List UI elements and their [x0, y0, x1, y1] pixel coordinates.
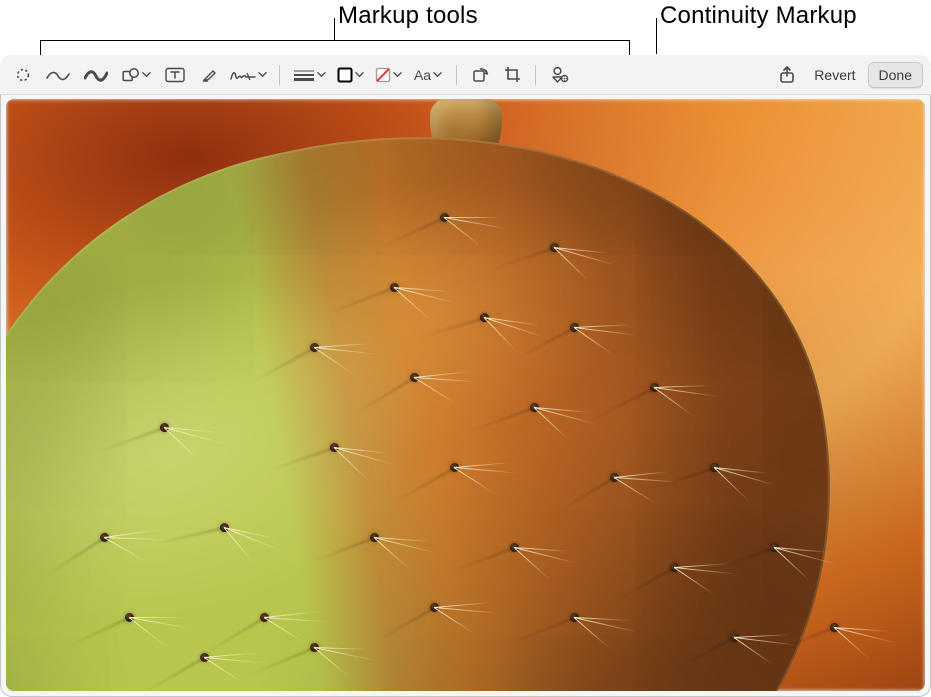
- signature-icon: [230, 68, 256, 82]
- markup-window: Aa: [0, 55, 931, 697]
- fill-color-button[interactable]: [370, 62, 406, 88]
- shapes-tool-button[interactable]: [116, 62, 156, 88]
- label-markup-tools: Markup tools: [338, 2, 478, 30]
- chevron-down-icon: [142, 70, 151, 79]
- chevron-down-icon: [317, 70, 326, 79]
- crop-button[interactable]: [497, 62, 527, 88]
- continuity-markup-button[interactable]: [544, 62, 574, 88]
- share-icon: [779, 66, 795, 84]
- chevron-down-icon: [393, 70, 402, 79]
- shape-style-button[interactable]: [288, 62, 330, 88]
- toolbar-separator: [535, 65, 536, 85]
- annotation-layer: Markup tools Continuity Markup: [0, 0, 931, 60]
- selection-icon: [15, 67, 31, 83]
- sketch-tool-button[interactable]: [40, 62, 76, 88]
- shapes-icon: [122, 67, 140, 83]
- border-color-icon: [337, 67, 353, 83]
- rotate-button[interactable]: [465, 62, 495, 88]
- text-box-icon: [165, 67, 185, 83]
- draw-icon: [84, 68, 108, 82]
- sign-tool-button[interactable]: [226, 62, 271, 88]
- border-color-button[interactable]: [332, 62, 368, 88]
- chevron-down-icon: [355, 70, 364, 79]
- done-label: Done: [879, 67, 912, 83]
- image-canvas[interactable]: [6, 99, 925, 691]
- share-button[interactable]: [772, 62, 802, 88]
- done-button[interactable]: Done: [868, 62, 923, 88]
- toolbar-separator: [456, 65, 457, 85]
- revert-button[interactable]: Revert: [804, 62, 865, 88]
- crop-icon: [504, 66, 521, 83]
- highlight-tool-button[interactable]: [194, 62, 224, 88]
- text-tool-button[interactable]: [158, 62, 192, 88]
- line-weight-icon: [293, 69, 315, 81]
- chevron-down-icon: [433, 70, 442, 79]
- chevron-down-icon: [258, 70, 267, 79]
- text-style-label: Aa: [414, 67, 431, 83]
- highlighter-icon: [201, 67, 217, 83]
- sketch-icon: [46, 68, 70, 82]
- markup-toolbar: Aa: [0, 55, 931, 95]
- revert-label: Revert: [814, 67, 855, 83]
- continuity-markup-icon: [550, 66, 569, 83]
- selection-tool-button[interactable]: [8, 62, 38, 88]
- toolbar-separator: [279, 65, 280, 85]
- label-continuity-markup: Continuity Markup: [660, 2, 857, 30]
- draw-tool-button[interactable]: [78, 62, 114, 88]
- fill-color-icon: [375, 67, 391, 83]
- text-style-button[interactable]: Aa: [408, 62, 448, 88]
- rotate-icon: [472, 66, 489, 83]
